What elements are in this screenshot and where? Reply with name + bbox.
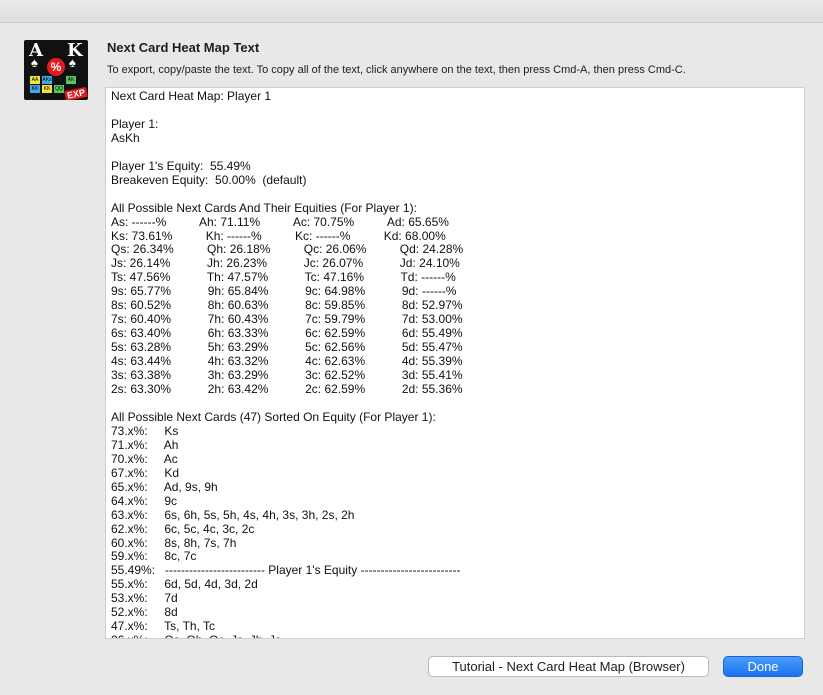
text-line: 55.x%: 6d, 5d, 4d, 3d, 2d xyxy=(111,577,258,592)
text-line: AsKh xyxy=(111,130,140,145)
dialog-title: Next Card Heat Map Text xyxy=(107,40,260,55)
text-line: 71.x%: Ah xyxy=(111,437,179,452)
spade-icon: ♠ xyxy=(31,55,38,70)
text-line: 67.x%: Kd xyxy=(111,465,180,480)
percent-icon: % xyxy=(47,58,65,76)
heat-map-text[interactable]: Next Card Heat Map: Player 1 Player 1: A… xyxy=(106,88,804,638)
text-line: Qs: 26.34% Qh: 26.18% Qc: 26.06% Qd: 24.… xyxy=(111,242,464,257)
text-line: 73.x%: Ks xyxy=(111,423,179,438)
text-line: All Possible Next Cards (47) Sorted On E… xyxy=(111,409,436,424)
text-line: Breakeven Equity: 50.00% (default) xyxy=(111,172,307,187)
text-line: Player 1: xyxy=(111,116,159,131)
exp-badge: EXP xyxy=(64,86,88,100)
text-line: 70.x%: Ac xyxy=(111,451,178,466)
dialog-message: To export, copy/paste the text. To copy … xyxy=(107,64,686,76)
text-line: 59.x%: 8c, 7c xyxy=(111,549,197,564)
text-line: 9s: 65.77% 9h: 65.84% 9c: 64.98% 9d: ---… xyxy=(111,284,457,299)
text-line: 64.x%: 9c xyxy=(111,493,178,508)
text-line: Js: 26.14% Jh: 26.23% Jc: 26.07% Jd: 24.… xyxy=(111,256,460,271)
text-line: 6s: 63.40% 6h: 63.33% 6c: 62.59% 6d: 55.… xyxy=(111,326,463,341)
text-line: 8s: 60.52% 8h: 60.63% 8c: 59.85% 8d: 52.… xyxy=(111,298,463,313)
text-line: Ks: 73.61% Kh: ------% Kc: ------% Kd: 6… xyxy=(111,228,446,243)
window-titlebar[interactable] xyxy=(0,0,823,23)
text-line: As: ------% Ah: 71.11% Ac: 70.75% Ad: 65… xyxy=(111,214,449,229)
text-line: Player 1's Equity: 55.49% xyxy=(111,158,251,173)
text-line: All Possible Next Cards And Their Equiti… xyxy=(111,200,417,215)
text-line: 3s: 63.38% 3h: 63.29% 3c: 62.52% 3d: 55.… xyxy=(111,368,463,383)
aces-percent-exp-icon: A K ♠ ♠ % AA KK AKs KK QQ AK EXP xyxy=(24,40,88,100)
text-line: 4s: 63.44% 4h: 63.32% 4c: 62.63% 4d: 55.… xyxy=(111,354,463,369)
text-line: Ts: 47.56% Th: 47.57% Tc: 47.16% Td: ---… xyxy=(111,270,456,285)
text-line: 26.x%: Qs, Qh, Qc, Js, Jh, Jc xyxy=(111,633,281,638)
text-line: 63.x%: 6s, 6h, 5s, 5h, 4s, 4h, 3s, 3h, 2… xyxy=(111,507,355,522)
icon-grid-cell: KK xyxy=(30,85,40,93)
text-line: 7s: 60.40% 7h: 60.43% 7c: 59.79% 7d: 53.… xyxy=(111,312,463,327)
text-line: 62.x%: 6c, 5c, 4c, 3c, 2c xyxy=(111,521,255,536)
text-line: 2s: 63.30% 2h: 63.42% 2c: 62.59% 2d: 55.… xyxy=(111,382,463,397)
heat-map-text-area[interactable]: Next Card Heat Map: Player 1 Player 1: A… xyxy=(105,87,805,639)
icon-grid-cell: AA xyxy=(30,76,40,84)
text-line: 47.x%: Ts, Th, Tc xyxy=(111,619,216,634)
icon-grid-cell: QQ xyxy=(54,85,64,93)
text-line: 55.49%: ------------------------- Player… xyxy=(111,563,461,578)
tutorial-button[interactable]: Tutorial - Next Card Heat Map (Browser) xyxy=(428,656,709,677)
text-line: Next Card Heat Map: Player 1 xyxy=(111,89,272,103)
text-line: 53.x%: 7d xyxy=(111,591,178,606)
spade-icon: ♠ xyxy=(69,55,76,70)
icon-grid-cell: AK xyxy=(66,76,76,84)
icon-grid-cell: KK xyxy=(42,85,52,93)
icon-grid-cell: AKs xyxy=(42,76,52,84)
text-line: 52.x%: 8d xyxy=(111,605,178,620)
text-line: 60.x%: 8s, 8h, 7s, 7h xyxy=(111,535,237,550)
text-line: 5s: 63.28% 5h: 63.29% 5c: 62.56% 5d: 55.… xyxy=(111,340,463,355)
done-button[interactable]: Done xyxy=(723,656,803,677)
text-line: 65.x%: Ad, 9s, 9h xyxy=(111,479,218,494)
